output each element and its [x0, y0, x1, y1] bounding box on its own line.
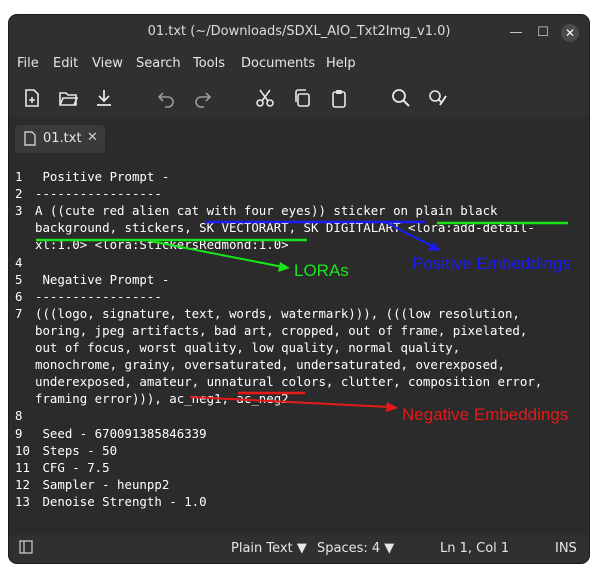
line-text[interactable]: Denoise Strength - 1.0 — [35, 494, 206, 509]
tab-document[interactable]: 01.txt ✕ — [15, 125, 105, 153]
line-number: 3 — [15, 203, 23, 219]
redo-icon[interactable] — [192, 87, 214, 109]
find-replace-icon[interactable] — [427, 87, 449, 109]
loras-annotation: LORAs — [294, 261, 349, 280]
menu-documents[interactable]: Documents — [241, 56, 315, 71]
menu-view[interactable]: View — [92, 56, 123, 71]
line-text[interactable]: boring, jpeg artifacts, bad art, cropped… — [35, 323, 527, 338]
line-text[interactable]: A ((cute red alien cat with four eyes)) … — [35, 203, 498, 218]
menu-tools[interactable]: Tools — [193, 56, 225, 71]
negative-embeddings-annotation: Negative Embeddings — [402, 405, 569, 424]
tab-label: 01.txt — [43, 131, 82, 146]
line-text[interactable]: Negative Prompt - — [35, 272, 169, 287]
search-icon[interactable] — [390, 87, 412, 109]
undo-icon[interactable] — [155, 87, 177, 109]
positive-embeddings-annotation: Positive Embeddings — [412, 254, 571, 273]
line-text[interactable]: Seed - 670091385846339 — [35, 426, 206, 441]
language-selector[interactable]: Plain Text ▼ — [231, 541, 307, 556]
sidebar-toggle-icon[interactable] — [19, 540, 33, 558]
line-text[interactable]: ----------------- — [35, 186, 162, 201]
line-text[interactable]: CFG - 7.5 — [35, 460, 109, 475]
line-number: 8 — [15, 408, 23, 424]
insert-mode: INS — [555, 541, 577, 556]
copy-icon[interactable] — [291, 87, 313, 109]
line-number: 1 — [15, 169, 23, 184]
line-number: 2 — [15, 186, 23, 202]
line-text[interactable]: underexposed, amateur, unnatural colors,… — [35, 374, 542, 389]
title-bar: 01.txt (~/Downloads/SDXL_AIO_Txt2Img_v1.… — [9, 15, 589, 51]
text-editor[interactable]: 1 Positive Prompt - 2 ----------------- 3 A … — [9, 153, 589, 535]
line-text[interactable]: Positive Prompt - — [35, 169, 169, 184]
line-number: 12 — [15, 476, 30, 492]
line-text[interactable]: ----------------- — [35, 289, 162, 304]
status-bar: Plain Text ▼ Spaces: 4 ▼ Ln 1, Col 1 INS — [9, 535, 589, 563]
window-title: 01.txt (~/Downloads/SDXL_AIO_Txt2Img_v1.… — [147, 24, 451, 39]
clipboard-icon[interactable] — [328, 87, 350, 109]
line-number: 11 — [15, 459, 30, 475]
spaces-label: Spaces: 4 — [317, 541, 381, 556]
tab-bar: 01.txt ✕ — [9, 125, 589, 153]
menu-help[interactable]: Help — [326, 56, 356, 71]
cursor-position: Ln 1, Col 1 — [440, 541, 510, 556]
line-text[interactable]: Steps - 50 — [35, 443, 117, 458]
toolbar — [9, 77, 589, 117]
menu-search[interactable]: Search — [136, 56, 181, 71]
maximize-button[interactable]: ☐ — [534, 24, 552, 42]
line-text[interactable]: background, stickers, SK VECTORART, SK D… — [35, 220, 535, 235]
minimize-button[interactable]: — — [507, 24, 525, 42]
menu-edit[interactable]: Edit — [53, 56, 78, 71]
menu-bar: File Edit View Search Tools Documents He… — [9, 51, 589, 77]
line-number: 9 — [15, 425, 23, 441]
line-text[interactable]: out of focus, worst quality, low quality… — [35, 340, 460, 355]
open-folder-icon[interactable] — [57, 87, 79, 109]
line-text[interactable]: monochrome, grainy, oversaturated, under… — [35, 357, 505, 372]
line-text[interactable]: Sampler - heunpp2 — [35, 477, 169, 492]
spaces-selector[interactable]: Spaces: 4 ▼ — [317, 541, 394, 556]
line-text[interactable]: framing error))), ac_neg1, ac_neg2 — [35, 391, 289, 406]
tab-close-icon[interactable]: ✕ — [87, 130, 98, 145]
line-number: 13 — [15, 493, 30, 509]
document-icon — [24, 131, 36, 146]
line-number: 5 — [15, 271, 23, 287]
line-text[interactable]: (((logo, signature, text, words, waterma… — [35, 306, 520, 321]
line-number: 7 — [15, 305, 23, 321]
scissors-icon[interactable] — [254, 87, 276, 109]
new-document-icon[interactable] — [21, 87, 43, 109]
download-save-icon[interactable] — [93, 87, 115, 109]
line-number: 10 — [15, 442, 30, 458]
close-button[interactable]: ✕ — [561, 24, 579, 42]
line-number: 4 — [15, 254, 23, 270]
line-text[interactable]: xl:1.0> <lora:StickersRedmond:1.0> — [35, 237, 289, 252]
editor-window: 01.txt (~/Downloads/SDXL_AIO_Txt2Img_v1.… — [9, 15, 589, 563]
language-label: Plain Text — [231, 541, 293, 556]
menu-file[interactable]: File — [17, 56, 39, 71]
line-number: 6 — [15, 288, 23, 304]
